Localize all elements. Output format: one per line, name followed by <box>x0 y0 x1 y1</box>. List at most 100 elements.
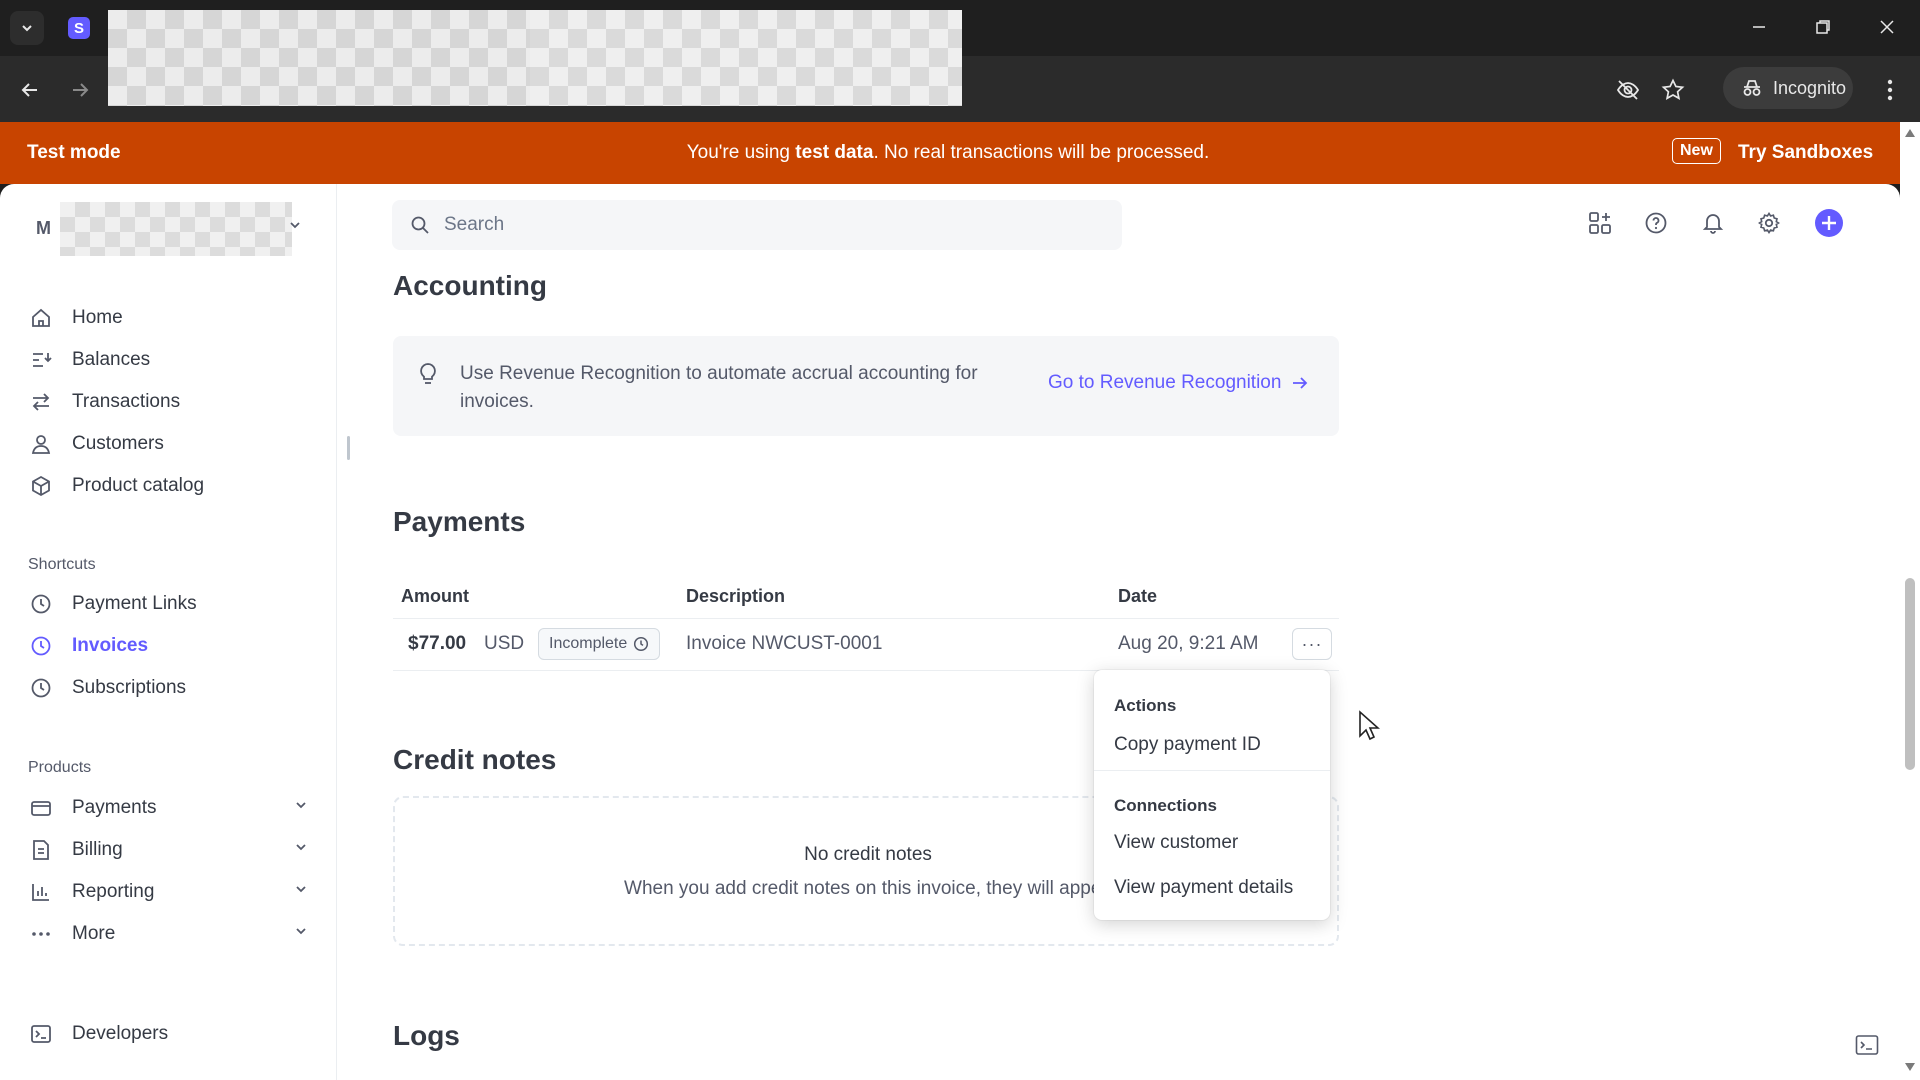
menu-section-actions: Actions <box>1114 696 1177 715</box>
accounting-heading: Accounting <box>393 270 547 301</box>
chevron-down-icon <box>296 802 306 809</box>
sidebar-item-label: Developers <box>72 1023 169 1044</box>
sidebar-item-label: Payments <box>72 797 157 818</box>
sidebar-item-label: Transactions <box>72 391 181 412</box>
view-payment-details-item[interactable]: View payment details <box>1114 877 1293 899</box>
row-actions-button[interactable]: ··· <box>1292 628 1332 660</box>
row-actions-menu: Actions Copy payment ID Connections View… <box>1094 670 1330 920</box>
apps-icon <box>1589 212 1611 234</box>
redacted-account-name <box>60 202 292 256</box>
sidebar-resize-handle[interactable] <box>347 436 350 460</box>
test-mode-banner: Test mode You're using test data. No rea… <box>0 122 1920 184</box>
gear-icon <box>1758 212 1780 234</box>
menu-section-connections: Connections <box>1114 796 1217 815</box>
plus-circle-icon <box>1815 209 1843 237</box>
chevron-down-icon <box>290 222 300 229</box>
sidebar-item-label: Reporting <box>72 881 155 902</box>
bookmark-button[interactable] <box>1655 72 1691 108</box>
search-placeholder: Search <box>444 214 505 235</box>
sidebar-item-label: More <box>72 923 116 944</box>
sidebar-item-product-catalog[interactable]: Product catalog <box>28 468 308 504</box>
terminal-icon <box>1855 1035 1879 1055</box>
chevron-down-icon <box>296 844 306 851</box>
payment-currency: USD <box>484 633 525 654</box>
credit-notes-heading: Credit notes <box>393 744 557 775</box>
incognito-indicator[interactable]: Incognito <box>1723 67 1853 109</box>
forward-button[interactable] <box>62 72 98 108</box>
create-button[interactable] <box>1812 206 1846 240</box>
back-button[interactable] <box>12 72 48 108</box>
banner-message-suffix: . No real transactions will be processed… <box>873 142 1210 163</box>
account-switcher[interactable]: M <box>30 202 302 256</box>
developer-shell-button[interactable] <box>1852 1030 1882 1060</box>
sidebar-item-billing[interactable]: Billing <box>28 832 308 868</box>
sidebar-item-label: Balances <box>72 349 151 370</box>
lightbulb-icon <box>420 363 436 384</box>
sidebar-item-subscriptions[interactable]: Subscriptions <box>28 670 308 706</box>
clock-icon <box>28 591 54 617</box>
tab-favicon[interactable]: S <box>68 17 90 39</box>
view-customer-item[interactable]: View customer <box>1114 832 1238 854</box>
close-icon <box>1880 20 1894 34</box>
sidebar-item-payment-links[interactable]: Payment Links <box>28 586 308 622</box>
column-header-date: Date <box>1118 586 1158 606</box>
chevron-down-icon <box>296 928 306 935</box>
arrow-left-icon <box>21 83 37 97</box>
scroll-up-arrow[interactable] <box>1903 126 1917 140</box>
restore-button[interactable] <box>1806 12 1840 42</box>
menu-divider <box>1094 770 1330 771</box>
sidebar-item-label: Customers <box>72 433 164 454</box>
sidebar-item-customers[interactable]: Customers <box>28 426 308 462</box>
table-divider <box>393 618 1339 619</box>
revenue-recognition-link-label: Go to Revenue Recognition <box>1048 372 1282 393</box>
sidebar-item-label: Payment Links <box>72 593 197 614</box>
star-icon <box>1661 78 1685 100</box>
tab-search-button[interactable] <box>10 11 44 45</box>
settings-button[interactable] <box>1752 206 1786 240</box>
sidebar-item-developers[interactable]: Developers <box>28 1016 308 1052</box>
triangle-up-icon <box>1905 129 1915 137</box>
search-input[interactable]: Search <box>392 200 1122 250</box>
payments-heading: Payments <box>393 506 526 537</box>
arrow-right-icon <box>1293 377 1308 389</box>
banner-message-prefix: You're using <box>686 142 796 163</box>
sidebar-item-payments[interactable]: Payments <box>28 790 308 826</box>
transactions-icon <box>28 389 54 415</box>
sidebar-item-label: Home <box>72 307 123 328</box>
bell-icon <box>1702 214 1724 234</box>
apps-button[interactable] <box>1583 206 1617 240</box>
payments-icon <box>28 795 54 821</box>
chevron-down-icon <box>296 886 306 893</box>
payment-amount: $77.00 <box>408 633 467 654</box>
triangle-down-icon <box>1905 1063 1915 1071</box>
status-badge-label: Incomplete <box>549 635 628 652</box>
sidebar-item-home[interactable]: Home <box>28 300 308 336</box>
close-window-button[interactable] <box>1870 12 1904 42</box>
tracking-protection-button[interactable] <box>1610 72 1646 108</box>
sidebar-item-more[interactable]: More <box>28 916 308 952</box>
try-sandboxes-link[interactable]: Try Sandboxes <box>1738 142 1873 164</box>
mouse-cursor-icon <box>1359 710 1380 741</box>
redacted-tab-area <box>108 10 533 106</box>
help-button[interactable] <box>1639 206 1673 240</box>
scrollbar-thumb[interactable] <box>1905 578 1915 770</box>
column-header-description: Description <box>686 586 786 606</box>
sidebar-item-transactions[interactable]: Transactions <box>28 384 308 420</box>
reporting-icon <box>28 879 54 905</box>
account-initial: M <box>36 218 51 238</box>
minimize-button[interactable] <box>1742 12 1776 42</box>
sidebar-item-reporting[interactable]: Reporting <box>28 874 308 910</box>
revenue-recognition-link[interactable]: Go to Revenue Recognition <box>1048 372 1309 394</box>
clock-icon <box>28 675 54 701</box>
sidebar-item-invoices[interactable]: Invoices <box>28 628 308 664</box>
sidebar: M Home Balances Transactions Customers P… <box>0 184 337 1080</box>
status-badge[interactable]: Incomplete <box>538 628 661 660</box>
sidebar-item-balances[interactable]: Balances <box>28 342 308 378</box>
scroll-down-arrow[interactable] <box>1903 1060 1917 1074</box>
browser-menu-button[interactable] <box>1872 72 1908 108</box>
logs-heading: Logs <box>393 1020 460 1051</box>
notifications-button[interactable] <box>1696 206 1730 240</box>
copy-payment-id-item[interactable]: Copy payment ID <box>1114 734 1261 756</box>
banner-message-bold: test data <box>795 142 874 163</box>
incognito-label: Incognito <box>1773 77 1847 98</box>
